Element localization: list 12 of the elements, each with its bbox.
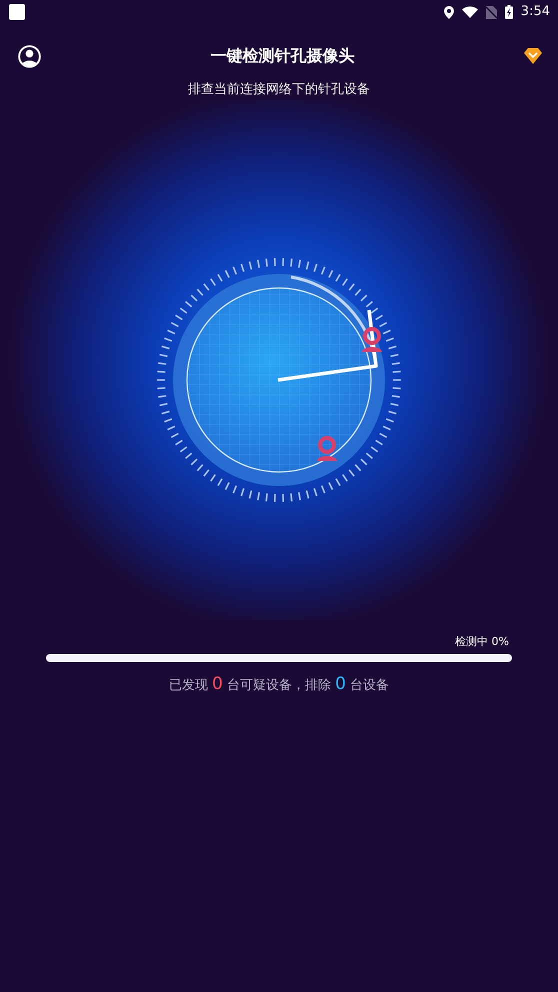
battery-charging-icon [504, 5, 513, 19]
scan-result-text: 已发现 0 台可疑设备，排除 0 台设备 [168, 673, 390, 696]
scan-progress-label: 检测中 0% [454, 634, 510, 650]
profile-icon[interactable] [18, 44, 41, 68]
location-icon [444, 6, 454, 18]
clock-time: 3:54 [520, 3, 550, 22]
page-title: 一键检测针孔摄像头 [210, 45, 354, 67]
app-notification-icon [9, 4, 25, 20]
diamond-icon[interactable] [524, 48, 542, 64]
no-sim-icon [486, 6, 497, 18]
subtitle: 排查当前连接网络下的针孔设备 [187, 81, 371, 99]
wifi-icon [462, 6, 478, 18]
